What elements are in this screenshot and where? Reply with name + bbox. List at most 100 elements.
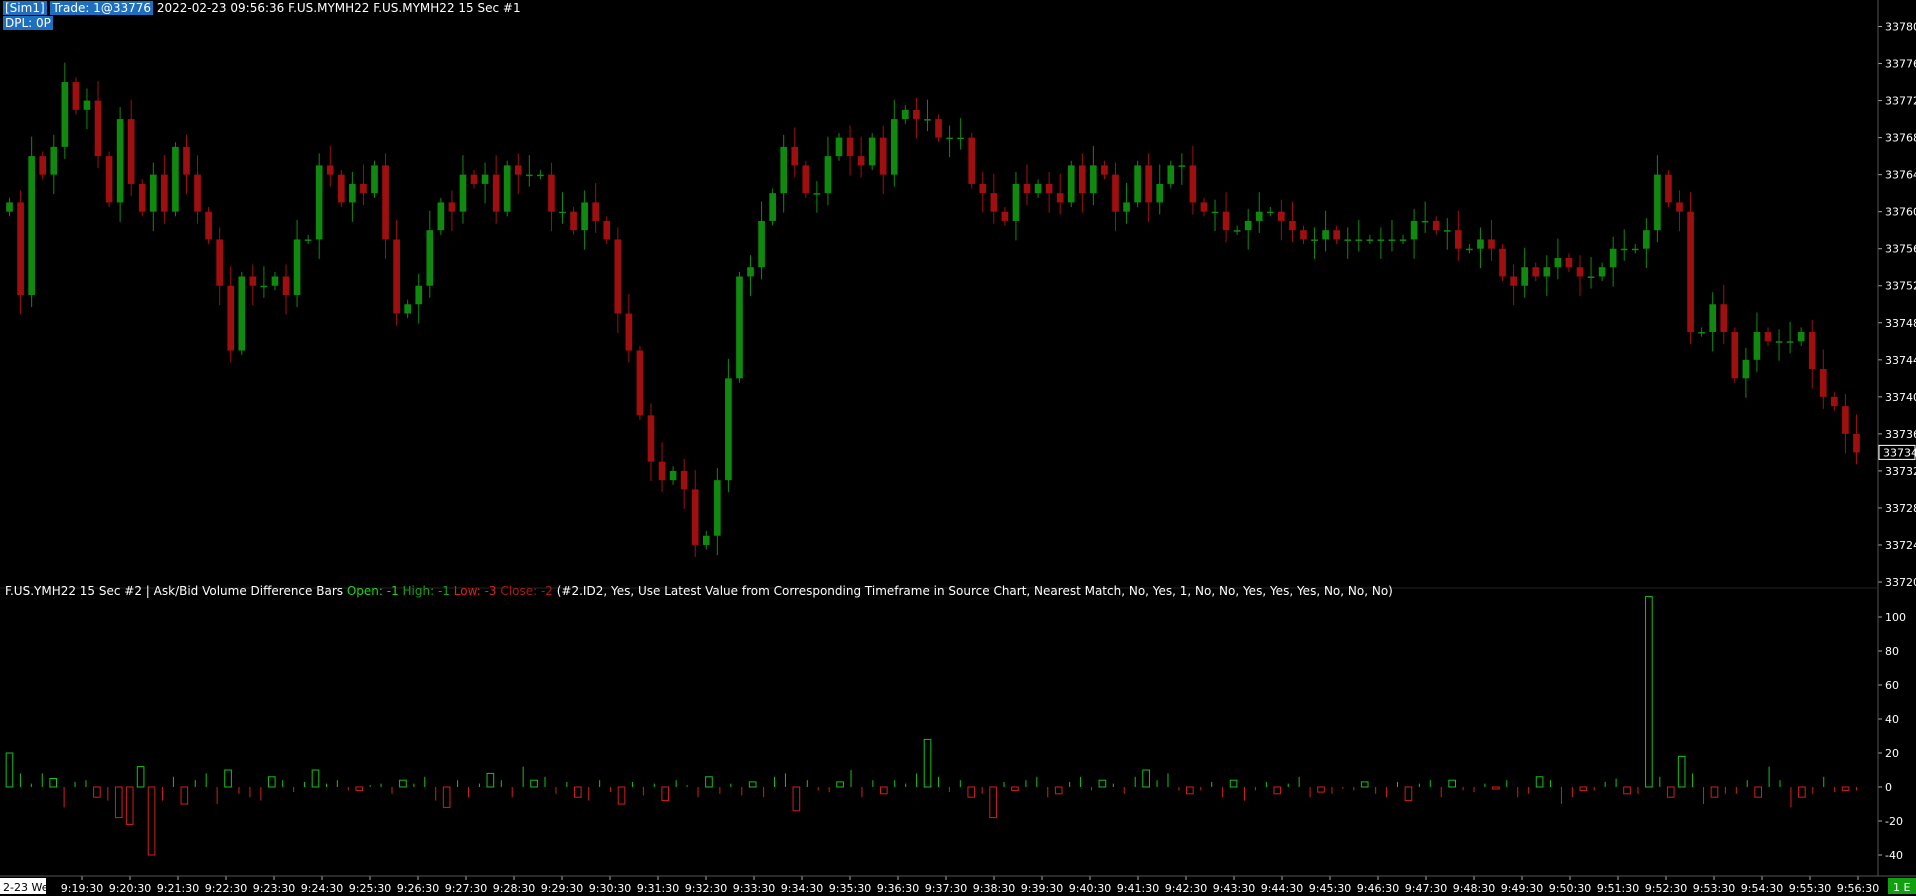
candle-body <box>890 119 898 175</box>
candle-body <box>526 174 533 177</box>
candle-body <box>1388 239 1396 241</box>
time-tick-label: 9:19:30 <box>61 882 103 895</box>
candle-body <box>382 165 389 240</box>
volume-diff-bar <box>1186 786 1194 795</box>
price-axis[interactable]: 33780 33776 33772 33768 33764 33760 33756 33752… <box>1878 21 1916 589</box>
indicator-high: High: -1 <box>402 584 450 598</box>
candle-body <box>1322 230 1329 240</box>
candle-body <box>990 193 998 212</box>
candle-body <box>116 119 124 203</box>
candle-body <box>636 350 644 416</box>
volume-diff-bar <box>1645 596 1653 788</box>
candle-body <box>1377 239 1385 241</box>
volume-axis[interactable]: 100 80 60 40 20 0 -20 -40 <box>1878 611 1906 862</box>
volume-diff-bar <box>486 772 495 788</box>
candle-body <box>404 304 411 314</box>
candle-body <box>1421 220 1429 223</box>
time-tick-label: 9:28:30 <box>493 882 535 895</box>
volume-tick-label: 20 <box>1885 747 1899 760</box>
volume-diff-bar <box>1579 786 1588 791</box>
account-label[interactable]: [Sim1] <box>3 1 47 15</box>
candle-body <box>1078 165 1086 194</box>
bar-count-label[interactable]: 1 E <box>1893 881 1910 894</box>
candle-body <box>1145 165 1152 203</box>
price-tick-label: 33772 <box>1885 95 1916 108</box>
volume-diff-bar <box>530 779 538 788</box>
volume-diff-bar <box>989 786 997 819</box>
candle-body <box>39 156 47 175</box>
candle-body <box>1775 341 1783 343</box>
candle-body <box>304 239 312 241</box>
candle-body <box>592 202 600 221</box>
time-tick-label: 9:47:30 <box>1405 882 1447 895</box>
price-tick-label: 33768 <box>1885 132 1916 145</box>
candle-body <box>1399 239 1407 241</box>
candle-body <box>913 109 920 120</box>
candle-body <box>835 137 843 157</box>
price-tick-label: 33744 <box>1885 354 1916 367</box>
candlestick-series <box>6 62 1860 558</box>
time-tick-label: 9:52:30 <box>1645 882 1687 895</box>
price-tick-label: 33756 <box>1885 243 1916 256</box>
candle-body <box>1510 276 1517 286</box>
time-tick-label: 9:21:30 <box>157 882 199 895</box>
candle-body <box>149 174 157 212</box>
candle-body <box>216 239 223 286</box>
candle-body <box>1709 304 1717 333</box>
volume-diff-bar <box>1229 779 1238 788</box>
volume-diff-bar <box>1754 786 1762 798</box>
time-tick-label: 9:32:30 <box>685 882 727 895</box>
candle-body <box>725 378 732 481</box>
candle-body <box>647 415 655 462</box>
candle-body <box>1333 230 1340 240</box>
time-tick-label: 9:43:30 <box>1213 882 1255 895</box>
indicator-header[interactable]: F.US.YMH22 15 Sec #2 | Ask/Bid Volume Di… <box>5 584 1393 598</box>
chart-canvas[interactable]: 33780 33776 33772 33768 33764 33760 33756 33752… <box>0 0 1916 896</box>
candle-body <box>315 165 323 240</box>
time-tick-label: 9:50:30 <box>1549 882 1591 895</box>
volume-diff-bar <box>748 781 757 788</box>
time-tick-label: 9:27:30 <box>445 882 487 895</box>
candle-body <box>559 211 566 214</box>
trade-label[interactable]: Trade: 1@33776 <box>50 1 153 15</box>
indicator-open: Open: -1 <box>346 584 399 598</box>
time-tick-label: 9:53:30 <box>1693 882 1735 895</box>
volume-diff-bar <box>705 776 713 788</box>
candle-body <box>1410 220 1418 240</box>
candle-body <box>1455 230 1462 249</box>
time-axis[interactable]: 9:19:30 9:20:30 9:21:30 9:22:30 9:23:30 9:24:… <box>0 876 1916 895</box>
candle-body <box>1023 183 1031 194</box>
candle-body <box>879 137 887 175</box>
volume-tick-label: 80 <box>1885 645 1899 658</box>
candle-body <box>1643 230 1650 249</box>
time-tick-label: 9:29:30 <box>541 882 583 895</box>
candle-body <box>813 193 821 195</box>
price-tick-label: 33728 <box>1885 502 1916 515</box>
candle-body <box>1244 220 1252 231</box>
time-tick-label: 9:37:30 <box>925 882 967 895</box>
time-tick-label: 9:55:30 <box>1789 882 1831 895</box>
candle-body <box>1001 211 1009 221</box>
candle-body <box>1753 332 1761 360</box>
candle-body <box>1034 183 1042 194</box>
last-price-label[interactable]: 33734 <box>1883 446 1916 459</box>
candle-body <box>83 100 91 110</box>
candle-body <box>238 276 246 351</box>
trading-chart[interactable]: 33780 33776 33772 33768 33764 33760 33756 33752… <box>0 0 1916 896</box>
start-date-label: 2-23 We <box>3 881 49 894</box>
volume-diff-bar <box>1623 786 1631 795</box>
candle-body <box>470 174 478 184</box>
candle-body <box>138 183 146 212</box>
candle-body <box>1654 174 1661 231</box>
volume-diff-bar <box>147 786 156 856</box>
dpl-label[interactable]: DPL: 0P <box>3 16 53 30</box>
candle-body <box>1587 276 1595 278</box>
candle-body <box>658 461 666 481</box>
candle-body <box>172 146 179 212</box>
candle-body <box>514 165 522 175</box>
candle-body <box>194 174 201 212</box>
volume-diff-bar <box>573 786 582 798</box>
candle-body <box>271 276 279 286</box>
candle-body <box>581 202 588 231</box>
time-tick-label: 9:46:30 <box>1357 882 1399 895</box>
